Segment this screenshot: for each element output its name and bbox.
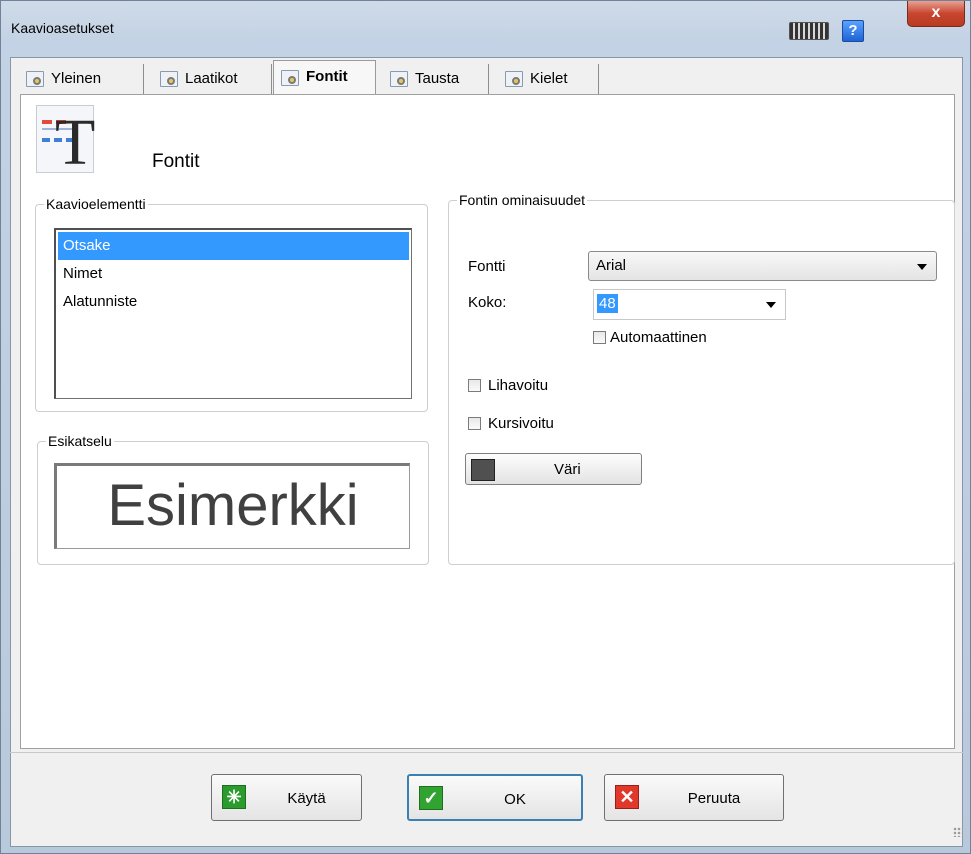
tab-label: Laatikot — [185, 70, 238, 87]
ok-button-label: OK — [504, 791, 526, 808]
fonts-chart-icon: T — [36, 105, 95, 176]
element-group-legend: Kaavioelementti — [46, 196, 146, 212]
settings-page-icon — [390, 71, 408, 87]
chevron-down-icon — [766, 302, 776, 308]
window-title: Kaavioasetukset — [11, 20, 114, 36]
dialog-window: Kaavioasetukset ? x Yleinen Laatikot Fon… — [0, 0, 971, 854]
help-button[interactable]: ? — [842, 20, 864, 42]
italic-checkbox[interactable] — [468, 417, 481, 430]
size-select-value: 48 — [597, 294, 618, 313]
settings-page-icon — [281, 70, 299, 86]
close-button[interactable]: x — [907, 1, 965, 27]
preview-box: Esimerkki — [54, 463, 410, 549]
list-item-nimet[interactable]: Nimet — [56, 260, 411, 288]
size-select[interactable]: 48 — [593, 289, 786, 320]
resize-grip[interactable] — [953, 827, 963, 837]
keyboard-icon[interactable] — [789, 22, 829, 40]
italic-label[interactable]: Kursivoitu — [488, 415, 554, 432]
list-item-alatunniste[interactable]: Alatunniste — [56, 288, 411, 316]
tab-fontit[interactable]: Fontit — [273, 60, 376, 96]
bold-label[interactable]: Lihavoitu — [488, 377, 548, 394]
auto-size-label[interactable]: Automaattinen — [610, 329, 707, 346]
font-properties-legend: Fontin ominaisuudet — [459, 192, 586, 208]
size-label: Koko: — [468, 294, 507, 311]
auto-size-checkbox[interactable] — [593, 331, 606, 344]
tab-label: Fontit — [306, 68, 348, 85]
apply-button[interactable]: ✳ Käytä — [211, 774, 362, 821]
tab-laatikot[interactable]: Laatikot — [153, 64, 272, 94]
element-listbox[interactable]: Otsake Nimet Alatunniste — [54, 228, 412, 399]
preview-sample-text: Esimerkki — [107, 473, 359, 538]
tab-label: Kielet — [530, 70, 568, 87]
bold-checkbox[interactable] — [468, 379, 481, 392]
title-bar[interactable]: Kaavioasetukset ? x — [1, 1, 970, 57]
color-button-label: Väri — [554, 461, 581, 478]
tab-label: Yleinen — [51, 70, 102, 87]
cancel-button-label: Peruuta — [687, 790, 741, 807]
preview-group-legend: Esikatselu — [48, 433, 112, 449]
apply-button-label: Käytä — [287, 790, 326, 807]
font-select[interactable]: Arial — [588, 251, 937, 281]
color-swatch — [471, 459, 495, 481]
list-item-otsake[interactable]: Otsake — [58, 232, 409, 260]
button-bar-divider — [10, 752, 963, 753]
cancel-button[interactable]: ✕ Peruuta — [604, 774, 784, 821]
settings-page-icon — [26, 71, 44, 87]
font-label: Fontti — [468, 258, 506, 275]
settings-page-icon — [505, 71, 523, 87]
ok-button[interactable]: ✓ OK — [407, 774, 583, 821]
tab-yleinen[interactable]: Yleinen — [19, 64, 144, 94]
font-select-value: Arial — [596, 257, 627, 274]
page-title: Fontit — [152, 151, 200, 172]
tab-tausta[interactable]: Tausta — [383, 64, 489, 94]
chevron-down-icon — [917, 264, 927, 270]
tab-kielet[interactable]: Kielet — [498, 64, 599, 94]
settings-page-icon — [160, 71, 178, 87]
color-button[interactable]: Väri — [465, 453, 642, 485]
tab-label: Tausta — [415, 70, 460, 87]
